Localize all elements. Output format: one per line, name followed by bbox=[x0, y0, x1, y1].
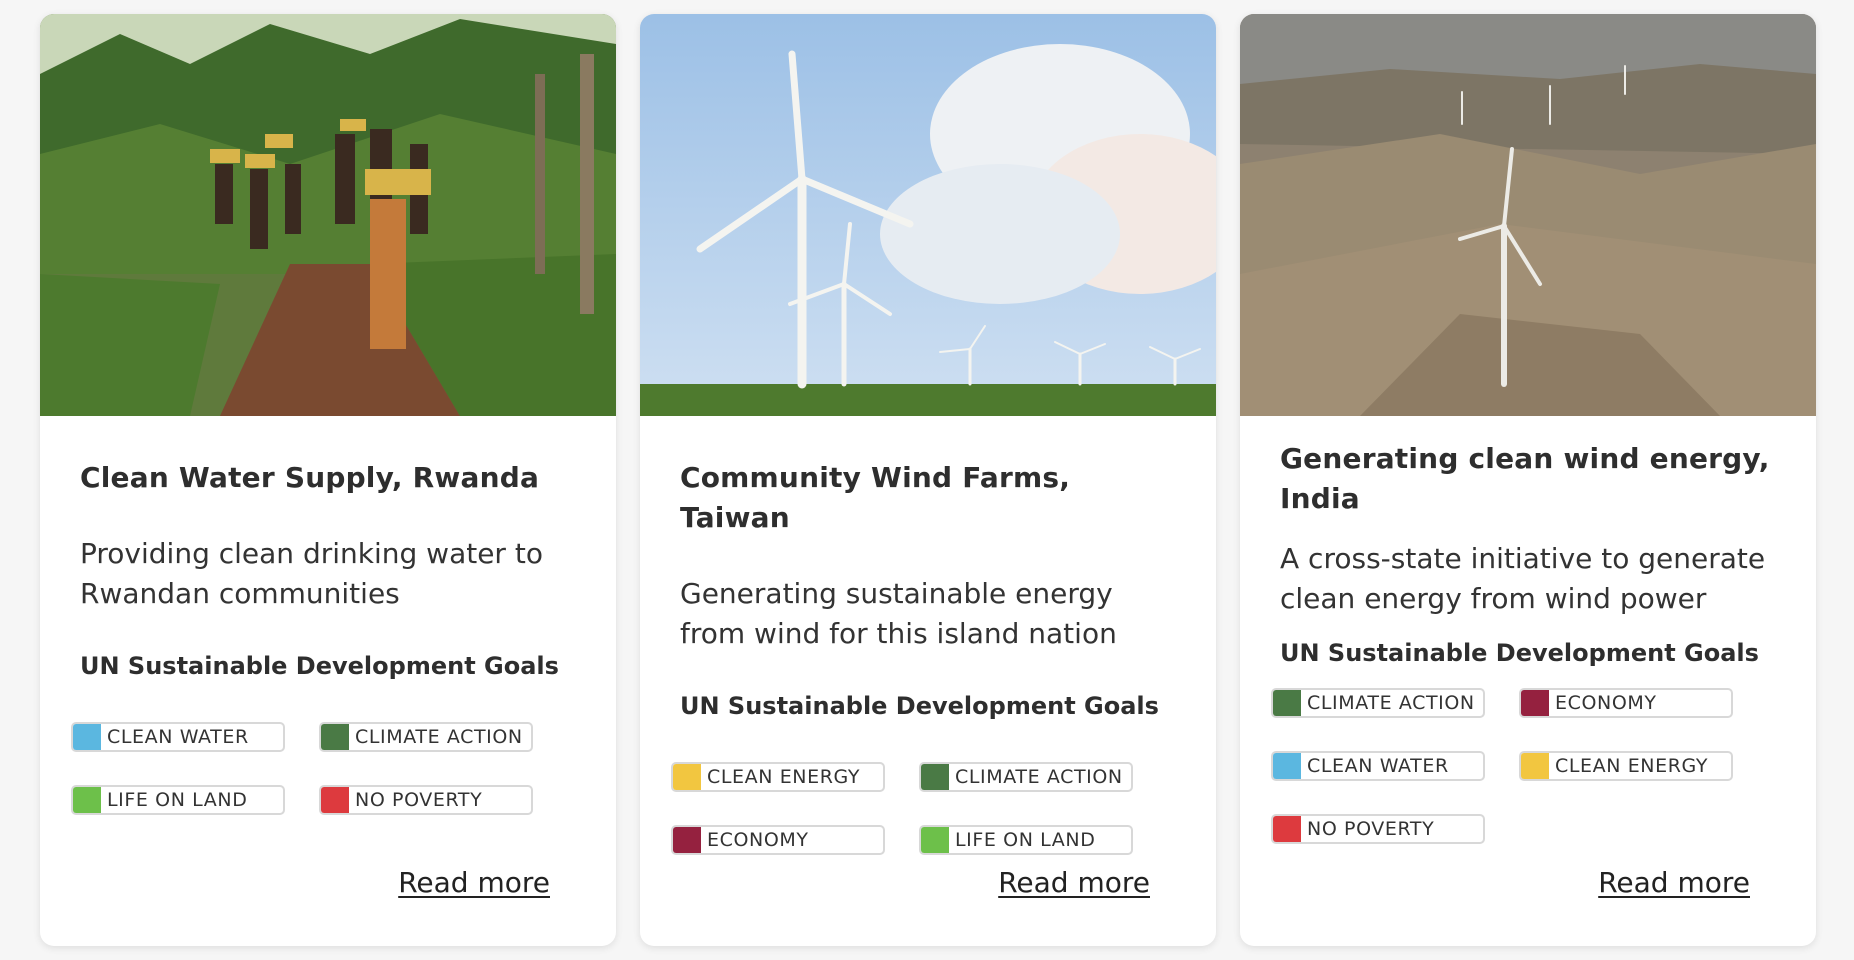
goal-tag-clean-water: CLEAN WATER bbox=[1271, 751, 1485, 781]
goal-tag-no-poverty: NO POVERTY bbox=[1271, 814, 1485, 844]
goal-tag-clean-water: CLEAN WATER bbox=[71, 722, 285, 752]
card-description: Providing clean drinking water to Rwanda… bbox=[80, 537, 543, 610]
tag-color-swatch bbox=[73, 724, 101, 750]
card-photo-wind-turbines bbox=[640, 14, 1216, 416]
tag-label: CLEAN WATER bbox=[107, 726, 249, 748]
tag-color-swatch bbox=[1273, 816, 1301, 842]
tag-label: ECONOMY bbox=[1555, 692, 1657, 714]
goal-tag-climate-action: CLIMATE ACTION bbox=[919, 762, 1133, 792]
tag-label: CLEAN ENERGY bbox=[1555, 755, 1709, 777]
tag-color-swatch bbox=[73, 787, 101, 813]
goal-tags: CLEAN WATER CLIMATE ACTION LIFE ON LAND … bbox=[71, 722, 576, 815]
tag-label: CLIMATE ACTION bbox=[355, 726, 523, 748]
goal-tag-economy: ECONOMY bbox=[671, 825, 885, 855]
tag-label: CLEAN ENERGY bbox=[707, 766, 861, 788]
goals-heading: UN Sustainable Development Goals bbox=[680, 692, 1159, 720]
goal-tags: CLEAN ENERGY CLIMATE ACTION ECONOMY LIFE… bbox=[671, 762, 1176, 855]
tag-color-swatch bbox=[921, 764, 949, 790]
tag-color-swatch bbox=[321, 787, 349, 813]
goal-tag-economy: ECONOMY bbox=[1519, 688, 1733, 718]
tag-label: CLEAN WATER bbox=[1307, 755, 1449, 777]
goals-heading: UN Sustainable Development Goals bbox=[1280, 639, 1759, 667]
goal-tag-clean-energy: CLEAN ENERGY bbox=[671, 762, 885, 792]
project-cards: Clean Water Supply, Rwanda Providing cle… bbox=[40, 14, 1816, 946]
read-more-link[interactable]: Read more bbox=[1598, 866, 1750, 899]
card-title: Clean Water Supply, Rwanda bbox=[80, 461, 540, 494]
goal-tag-climate-action: CLIMATE ACTION bbox=[319, 722, 533, 752]
read-more-link[interactable]: Read more bbox=[998, 866, 1150, 899]
project-card-taiwan[interactable]: Community Wind Farms, Taiwan Generating … bbox=[640, 14, 1216, 946]
goal-tag-climate-action: CLIMATE ACTION bbox=[1271, 688, 1485, 718]
tag-label: ECONOMY bbox=[707, 829, 809, 851]
card-description: A cross-state initiative to generate cle… bbox=[1280, 542, 1766, 615]
project-card-rwanda[interactable]: Clean Water Supply, Rwanda Providing cle… bbox=[40, 14, 616, 946]
read-more-link[interactable]: Read more bbox=[398, 866, 550, 899]
goal-tag-no-poverty: NO POVERTY bbox=[319, 785, 533, 815]
tag-label: LIFE ON LAND bbox=[107, 789, 248, 811]
card-photo-wind-hills bbox=[1240, 14, 1816, 416]
goal-tag-life-on-land: LIFE ON LAND bbox=[71, 785, 285, 815]
goal-tag-life-on-land: LIFE ON LAND bbox=[919, 825, 1133, 855]
tag-color-swatch bbox=[1273, 690, 1301, 716]
project-card-india[interactable]: Generating clean wind energy, India A cr… bbox=[1240, 14, 1816, 946]
tag-color-swatch bbox=[1273, 753, 1301, 779]
tag-label: LIFE ON LAND bbox=[955, 829, 1096, 851]
card-description: Generating sustainable energy from wind … bbox=[680, 577, 1117, 650]
goal-tag-clean-energy: CLEAN ENERGY bbox=[1519, 751, 1733, 781]
tag-label: NO POVERTY bbox=[1307, 818, 1435, 840]
card-title: Generating clean wind energy, India bbox=[1280, 442, 1770, 515]
card-title: Community Wind Farms, Taiwan bbox=[680, 461, 1071, 534]
tag-label: NO POVERTY bbox=[355, 789, 483, 811]
goal-tags: CLIMATE ACTION ECONOMY CLEAN WATER CLEAN… bbox=[1271, 688, 1776, 844]
tag-color-swatch bbox=[321, 724, 349, 750]
tag-label: CLIMATE ACTION bbox=[1307, 692, 1475, 714]
tag-color-swatch bbox=[1521, 753, 1549, 779]
goals-heading: UN Sustainable Development Goals bbox=[80, 652, 559, 680]
tag-color-swatch bbox=[673, 827, 701, 853]
tag-color-swatch bbox=[673, 764, 701, 790]
tag-label: CLIMATE ACTION bbox=[955, 766, 1123, 788]
card-photo-children-water bbox=[40, 14, 616, 416]
tag-color-swatch bbox=[921, 827, 949, 853]
tag-color-swatch bbox=[1521, 690, 1549, 716]
